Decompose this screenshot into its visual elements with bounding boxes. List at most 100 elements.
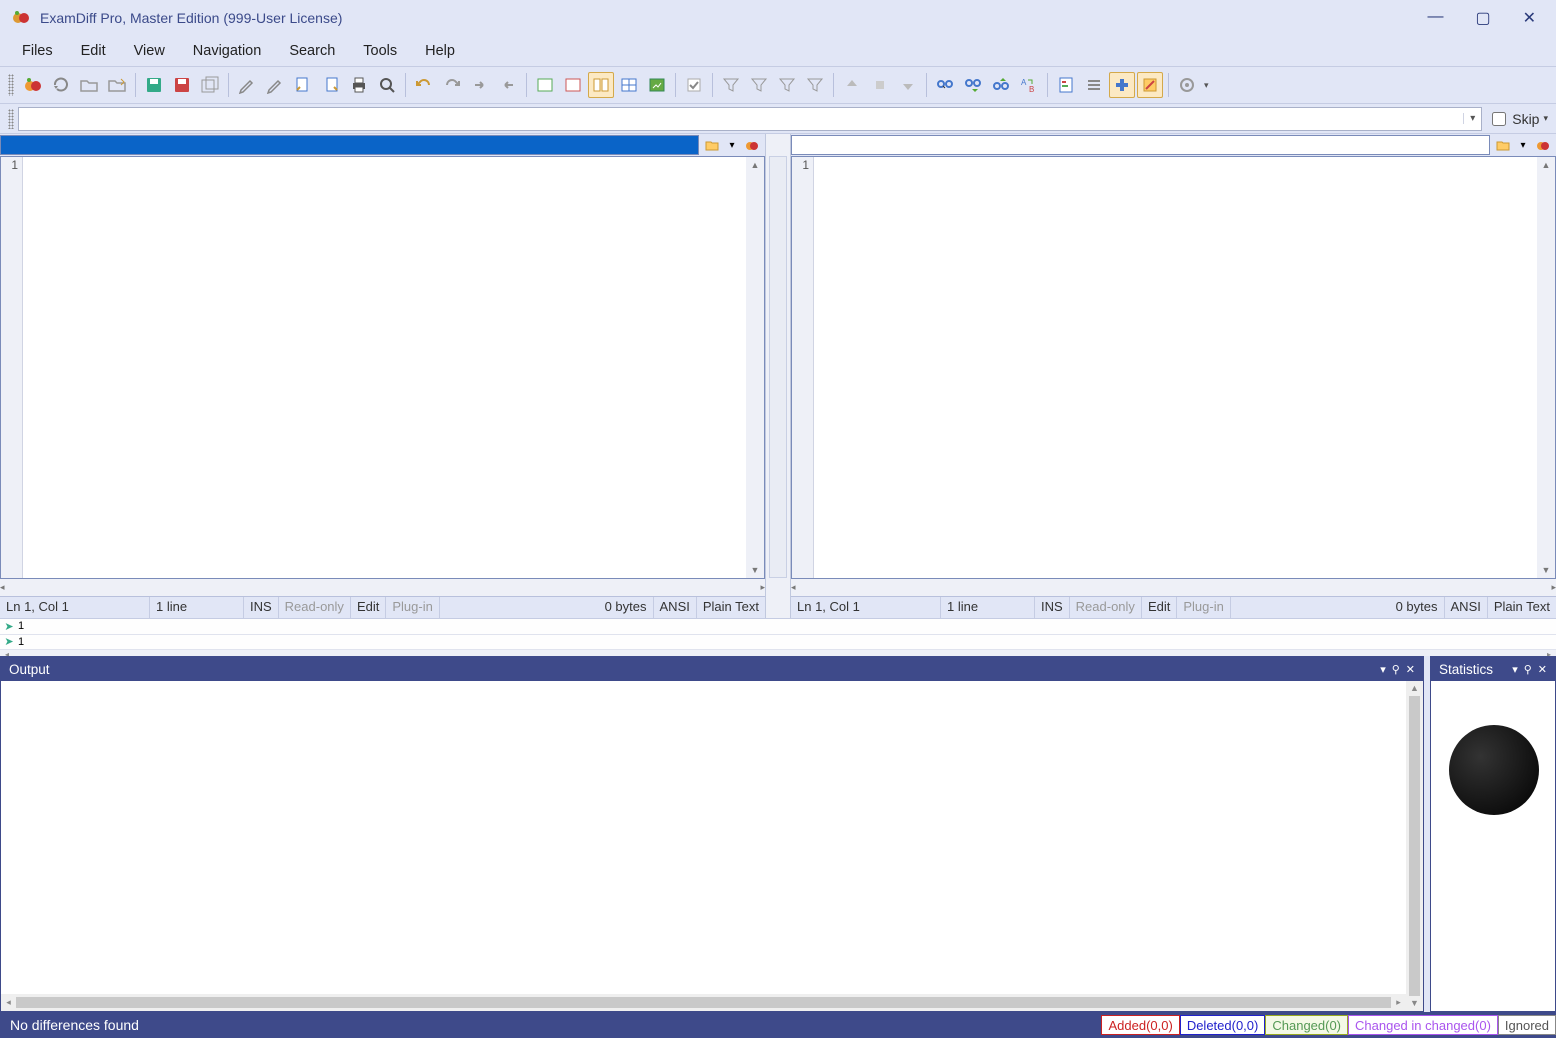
statistics-pin-icon[interactable]: ⚲: [1524, 663, 1532, 676]
zoom-icon[interactable]: [374, 72, 400, 98]
left-file-title[interactable]: [0, 135, 699, 155]
menu-help[interactable]: Help: [411, 39, 469, 63]
output-pin-icon[interactable]: ⚲: [1392, 663, 1400, 676]
open-right-icon[interactable]: [104, 72, 130, 98]
menu-files[interactable]: Files: [8, 39, 67, 63]
print-icon[interactable]: [346, 72, 372, 98]
menubar: Files Edit View Navigation Search Tools …: [0, 36, 1556, 66]
right-status: Ln 1, Col 1 1 line INS Read-only Edit Pl…: [791, 596, 1556, 618]
left-vscroll[interactable]: ▲▼: [746, 157, 764, 578]
options-icon[interactable]: [1174, 72, 1200, 98]
pathbar-grip[interactable]: [8, 109, 14, 129]
left-compare-icon[interactable]: [743, 136, 761, 154]
save-red-icon[interactable]: [169, 72, 195, 98]
stat-changed-in-changed[interactable]: Changed in changed(0): [1348, 1015, 1498, 1035]
merge-right-icon[interactable]: [467, 72, 493, 98]
filter3-icon[interactable]: [774, 72, 800, 98]
merge-left-icon[interactable]: [495, 72, 521, 98]
left-dropdown-icon[interactable]: ▾: [723, 136, 741, 154]
stat-changed[interactable]: Changed(0): [1265, 1015, 1348, 1035]
copy-left-icon[interactable]: [290, 72, 316, 98]
right-compare-icon[interactable]: [1534, 136, 1552, 154]
menu-view[interactable]: View: [120, 39, 179, 63]
left-editor[interactable]: 1 ▲▼: [0, 156, 765, 579]
output-header: Output ▾ ⚲ ✕: [1, 657, 1423, 681]
skip-dropdown-icon[interactable]: ▾: [1543, 113, 1548, 124]
minimap-row-1[interactable]: ➤ 1: [0, 619, 1556, 635]
maximize-button[interactable]: ▢: [1475, 8, 1490, 28]
svg-text:B: B: [1029, 85, 1034, 94]
layout-vertical-icon[interactable]: [588, 72, 614, 98]
menu-edit[interactable]: Edit: [67, 39, 120, 63]
minimize-button[interactable]: —: [1427, 8, 1443, 28]
layout-single-icon[interactable]: [532, 72, 558, 98]
panel-strip: Output ▾ ⚲ ✕ ▲▼ ◂▸ Statistics ▾ ⚲ ✕: [0, 656, 1556, 1012]
left-hscroll[interactable]: ◂▸: [0, 579, 765, 596]
left-enc: ANSI: [654, 597, 697, 618]
right-file-title[interactable]: [791, 135, 1490, 155]
stat-deleted[interactable]: Deleted(0,0): [1180, 1015, 1266, 1035]
pathbar: ▾ Skip ▾: [0, 104, 1556, 134]
plugin2-icon[interactable]: [1137, 72, 1163, 98]
minimap-row-2[interactable]: ➤ 1: [0, 635, 1556, 651]
skip-checkbox-input[interactable]: [1492, 112, 1506, 126]
statistics-dropdown-icon[interactable]: ▾: [1512, 663, 1518, 676]
diff-report-icon[interactable]: [1053, 72, 1079, 98]
right-pane: ▾ 1 ▲▼ ◂▸ Ln 1, Col 1 1 line INS Read-on…: [791, 134, 1556, 618]
left-mode: Edit: [351, 597, 386, 618]
output-dropdown-icon[interactable]: ▾: [1380, 663, 1386, 676]
right-vscroll[interactable]: ▲▼: [1537, 157, 1555, 578]
output-title: Output: [9, 662, 50, 677]
compare-path-combo[interactable]: ▾: [18, 107, 1482, 131]
toolbar-grip[interactable]: [8, 74, 14, 96]
save-all-icon[interactable]: [197, 72, 223, 98]
menu-search[interactable]: Search: [275, 39, 349, 63]
options-dropdown-icon[interactable]: ▾: [1202, 80, 1209, 91]
left-open-icon[interactable]: [703, 136, 721, 154]
plugin1-icon[interactable]: [1109, 72, 1135, 98]
refresh-icon[interactable]: [48, 72, 74, 98]
right-open-icon[interactable]: [1494, 136, 1512, 154]
right-dropdown-icon[interactable]: ▾: [1514, 136, 1532, 154]
svg-text:A: A: [1021, 78, 1027, 87]
edit-right-icon[interactable]: [262, 72, 288, 98]
redo-icon[interactable]: [439, 72, 465, 98]
align-icon[interactable]: [1081, 72, 1107, 98]
nav-current-icon[interactable]: [867, 72, 893, 98]
find-next-icon[interactable]: [960, 72, 986, 98]
left-ins: INS: [244, 597, 279, 618]
nav-up-icon[interactable]: [839, 72, 865, 98]
find-icon[interactable]: [932, 72, 958, 98]
filter4-icon[interactable]: [802, 72, 828, 98]
statistics-close-icon[interactable]: ✕: [1538, 663, 1547, 676]
stat-added[interactable]: Added(0,0): [1101, 1015, 1179, 1035]
output-vscroll[interactable]: ▲▼: [1406, 681, 1423, 1011]
save-icon[interactable]: [141, 72, 167, 98]
compare-icon[interactable]: [20, 72, 46, 98]
check-icon[interactable]: [681, 72, 707, 98]
edit-left-icon[interactable]: [234, 72, 260, 98]
copy-right-icon[interactable]: [318, 72, 344, 98]
layout-color-icon[interactable]: [644, 72, 670, 98]
output-hscroll[interactable]: ◂▸: [1, 994, 1406, 1011]
stat-ignored[interactable]: Ignored: [1498, 1015, 1556, 1035]
replace-icon[interactable]: AB: [1016, 72, 1042, 98]
close-button[interactable]: ✕: [1523, 8, 1536, 28]
open-left-icon[interactable]: [76, 72, 102, 98]
nav-down-icon[interactable]: [895, 72, 921, 98]
combo-dropdown-icon[interactable]: ▾: [1463, 113, 1481, 124]
pane-divider[interactable]: [765, 134, 791, 618]
filter2-icon[interactable]: [746, 72, 772, 98]
filter1-icon[interactable]: [718, 72, 744, 98]
layout-red-icon[interactable]: [560, 72, 586, 98]
output-close-icon[interactable]: ✕: [1406, 663, 1415, 676]
skip-checkbox[interactable]: Skip: [1492, 111, 1539, 127]
menu-tools[interactable]: Tools: [349, 39, 411, 63]
output-body[interactable]: ▲▼ ◂▸: [1, 681, 1423, 1011]
find-prev-icon[interactable]: [988, 72, 1014, 98]
layout-grid-icon[interactable]: [616, 72, 642, 98]
undo-icon[interactable]: [411, 72, 437, 98]
right-editor[interactable]: 1 ▲▼: [791, 156, 1556, 579]
right-hscroll[interactable]: ◂▸: [791, 579, 1556, 596]
menu-navigation[interactable]: Navigation: [179, 39, 276, 63]
